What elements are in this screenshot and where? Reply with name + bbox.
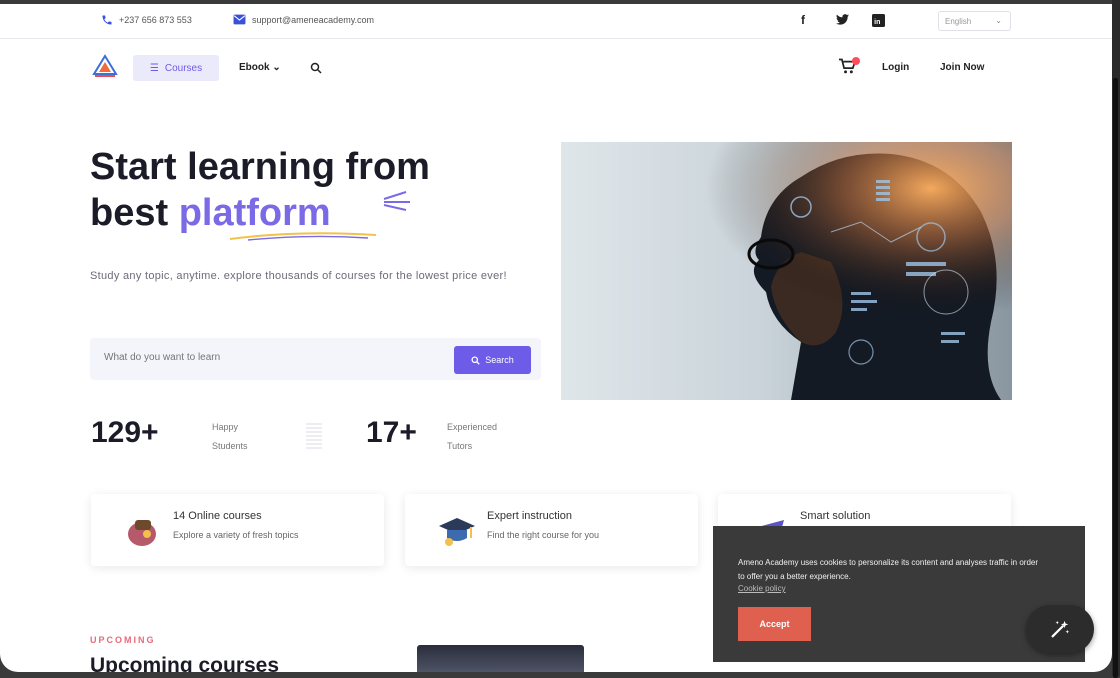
upcoming-course-thumbnail[interactable] [417,645,584,672]
feature-card-online-courses: 14 Online courses Explore a variety of f… [91,494,384,566]
menu-icon: ☰ [149,62,159,74]
linkedin-icon[interactable]: in [872,14,885,30]
hero-title-line1: Start learning from [90,146,430,188]
tutors-label: Experienced Tutors [447,418,497,456]
hero-image [561,142,1012,400]
treasure-bag-icon [128,520,156,546]
stat-label-line: Happy [212,422,239,432]
search-button[interactable]: Search [454,346,531,374]
phone-icon [102,15,112,25]
course-search-input[interactable] [104,352,444,363]
chevron-down-icon: ⌄ [995,16,1002,25]
page-scrollbar[interactable] [1113,78,1118,678]
feature-title: Smart solution [800,510,871,522]
cookie-message: Ameno Academy uses cookies to personaliz… [738,558,1039,581]
language-select[interactable]: English ⌄ [938,11,1011,31]
hero-title-accent: platform [178,192,331,234]
upcoming-tag: UPCOMING [90,635,156,645]
courses-menu-button[interactable]: ☰ Courses [133,55,219,81]
sparkle-decoration-icon [383,191,410,211]
feature-title: Expert instruction [487,510,572,522]
chevron-down-icon: ⌄ [272,62,281,73]
ebook-dropdown[interactable]: Ebook ⌄ [239,62,281,73]
upcoming-title: Upcoming courses [90,654,280,672]
cart-badge [852,57,860,65]
feature-description: Find the right course for you [487,530,600,540]
stat-label-line: Experienced [447,422,498,432]
cookie-policy-link[interactable]: Cookie policy [738,584,786,593]
search-button-label: Search [485,355,514,365]
phone-contact[interactable]: +237 656 873 553 [101,14,192,26]
tutors-count: 17+ [366,416,417,449]
search-icon[interactable] [310,61,322,79]
browser-viewport: +237 656 873 553 support@ameneacademy.co… [0,4,1112,672]
phone-number: +237 656 873 553 [119,15,192,25]
top-contact-bar: +237 656 873 553 support@ameneacademy.co… [0,4,1112,39]
site-logo[interactable] [92,54,118,83]
login-link[interactable]: Login [882,62,909,73]
hero-title: Start learning from best platform [90,144,430,236]
underline-decoration [229,232,377,241]
ebook-label: Ebook [239,62,270,73]
join-now-link[interactable]: Join Now [940,62,984,73]
svg-text:in: in [874,19,880,26]
main-navigation: ☰ Courses Ebook ⌄ Login Join Now [0,40,1112,90]
magic-wand-button[interactable] [1026,605,1094,653]
twitter-icon[interactable] [836,14,849,28]
facebook-icon[interactable]: f [801,13,805,27]
stat-label-line: Tutors [447,441,473,451]
feature-description: Explore a variety of fresh topics [173,530,299,540]
hero-title-prefix: best [90,192,179,234]
students-count: 129+ [91,416,159,449]
course-search-bar: Search [90,338,541,380]
magic-wand-icon [1051,620,1070,638]
email-address: support@ameneacademy.com [252,14,375,25]
courses-label: Courses [164,62,203,74]
hero-subtitle: Study any topic, anytime. explore thousa… [90,270,507,282]
graduation-cap-icon [439,518,475,546]
email-contact[interactable]: support@ameneacademy.com [233,14,374,25]
stat-label-line: Students [212,441,248,451]
stat-divider [306,421,322,449]
feature-card-expert-instruction: Expert instruction Find the right course… [405,494,698,566]
accept-cookies-button[interactable]: Accept [738,607,811,641]
mail-icon [233,14,246,25]
feature-title: 14 Online courses [173,510,262,522]
language-value: English [945,17,972,26]
search-icon [471,355,480,365]
students-label: Happy Students [212,418,248,456]
